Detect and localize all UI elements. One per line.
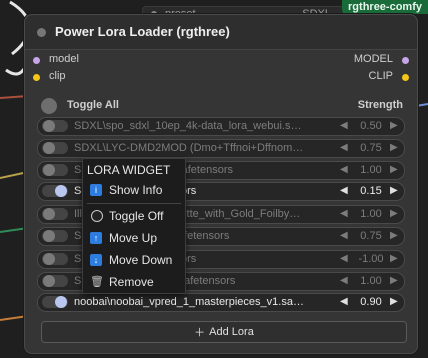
lora-strength[interactable]: 1.00 bbox=[354, 208, 388, 220]
model-output-socket-icon[interactable] bbox=[402, 57, 409, 64]
output-clip[interactable]: CLIP bbox=[369, 70, 411, 82]
lora-strength[interactable]: 0.15 bbox=[354, 185, 388, 197]
toggle-all-row[interactable]: Toggle All Strength bbox=[39, 97, 403, 115]
menu-item-label: Toggle Off bbox=[109, 209, 164, 223]
lora-toggle[interactable] bbox=[42, 230, 68, 242]
lora-row[interactable]: SDXL\LYC-DMD2MOD (Dmo+Tffnoi+Dffnom).saf… bbox=[37, 139, 405, 158]
input-model-label: model bbox=[49, 53, 79, 65]
model-input-socket-icon[interactable] bbox=[33, 57, 40, 64]
increase-strength-icon[interactable]: ▶ bbox=[390, 164, 398, 175]
increase-strength-icon[interactable]: ▶ bbox=[390, 296, 398, 307]
menu-item-toggle-off[interactable]: Toggle Off bbox=[85, 207, 183, 227]
arrow-down-icon: ↓ bbox=[90, 254, 102, 266]
decrease-strength-icon[interactable]: ◀ bbox=[340, 120, 348, 131]
lora-toggle[interactable] bbox=[42, 253, 68, 265]
decrease-strength-icon[interactable]: ◀ bbox=[340, 296, 348, 307]
menu-item-label: Move Up bbox=[109, 231, 158, 245]
menu-item-label: Show Info bbox=[109, 183, 163, 197]
input-model[interactable]: model bbox=[31, 53, 79, 65]
lora-strength[interactable]: 1.00 bbox=[354, 275, 388, 287]
increase-strength-icon[interactable]: ▶ bbox=[390, 120, 398, 131]
menu-item-label: Remove bbox=[109, 275, 154, 289]
node-header[interactable]: Power Lora Loader (rgthree) bbox=[25, 15, 417, 50]
lora-strength[interactable]: -1.00 bbox=[354, 253, 388, 265]
increase-strength-icon[interactable]: ▶ bbox=[390, 185, 398, 196]
info-icon: i bbox=[90, 184, 102, 196]
increase-strength-icon[interactable]: ▶ bbox=[390, 208, 398, 219]
lora-strength[interactable]: 0.50 bbox=[354, 120, 388, 132]
lora-row[interactable]: noobai\noobai_vpred_1_masterpieces_v1.sa… bbox=[37, 293, 405, 312]
menu-item-move-up[interactable]: ↑ Move Up bbox=[85, 229, 183, 249]
node-title: Power Lora Loader (rgthree) bbox=[55, 24, 230, 39]
increase-strength-icon[interactable]: ▶ bbox=[390, 142, 398, 153]
output-model[interactable]: MODEL bbox=[354, 53, 411, 65]
decrease-strength-icon[interactable]: ◀ bbox=[340, 164, 348, 175]
clip-input-socket-icon[interactable] bbox=[33, 74, 40, 81]
decrease-strength-icon[interactable]: ◀ bbox=[340, 142, 348, 153]
decrease-strength-icon[interactable]: ◀ bbox=[340, 208, 348, 219]
menu-item-remove[interactable]: 🗑 Remove bbox=[85, 273, 183, 293]
lora-name[interactable]: noobai\noobai_vpred_1_masterpieces_v1.sa… bbox=[74, 296, 306, 308]
lora-row[interactable]: SDXL\spo_sdxl_10ep_4k-data_lora_webui.sa… bbox=[37, 117, 405, 136]
circle-icon bbox=[91, 210, 103, 222]
increase-strength-icon[interactable]: ▶ bbox=[390, 230, 398, 241]
lora-toggle[interactable] bbox=[42, 142, 68, 154]
lora-toggle[interactable] bbox=[42, 275, 68, 287]
context-menu-title: LORA WIDGET bbox=[87, 163, 171, 177]
node-collapse-dot-icon[interactable] bbox=[37, 28, 46, 37]
lora-strength[interactable]: 1.00 bbox=[354, 164, 388, 176]
strength-header: Strength bbox=[357, 99, 403, 111]
lora-toggle[interactable] bbox=[42, 185, 68, 197]
clip-output-socket-icon[interactable] bbox=[402, 74, 409, 81]
increase-strength-icon[interactable]: ▶ bbox=[390, 253, 398, 264]
lora-name[interactable]: SDXL\LYC-DMD2MOD (Dmo+Tffnoi+Dffnom).saf… bbox=[74, 142, 306, 154]
output-clip-label: CLIP bbox=[368, 70, 393, 82]
add-lora-button[interactable]: ＋ Add Lora bbox=[41, 321, 407, 343]
input-clip[interactable]: clip bbox=[31, 70, 66, 82]
menu-separator bbox=[87, 203, 181, 204]
menu-item-show-info[interactable]: i Show Info bbox=[85, 181, 183, 201]
lora-strength[interactable]: 0.75 bbox=[354, 142, 388, 154]
decrease-strength-icon[interactable]: ◀ bbox=[340, 185, 348, 196]
lora-toggle[interactable] bbox=[42, 164, 68, 176]
lora-toggle[interactable] bbox=[42, 120, 68, 132]
output-model-label: MODEL bbox=[353, 53, 393, 65]
rgthree-badge: rgthree-comfy bbox=[342, 0, 428, 14]
lora-strength[interactable]: 0.90 bbox=[354, 296, 388, 308]
plus-icon: ＋ bbox=[194, 327, 206, 339]
menu-item-label: Move Down bbox=[109, 253, 173, 267]
lora-strength[interactable]: 0.75 bbox=[354, 230, 388, 242]
decrease-strength-icon[interactable]: ◀ bbox=[340, 253, 348, 264]
arrow-up-icon: ↑ bbox=[90, 232, 102, 244]
lora-toggle[interactable] bbox=[42, 296, 68, 308]
lora-name[interactable]: SDXL\spo_sdxl_10ep_4k-data_lora_webui.sa… bbox=[74, 120, 306, 132]
increase-strength-icon[interactable]: ▶ bbox=[390, 275, 398, 286]
trash-icon: 🗑 bbox=[90, 276, 104, 288]
toggle-all-switch[interactable] bbox=[41, 98, 57, 114]
toggle-all-label: Toggle All bbox=[67, 99, 119, 111]
add-lora-label: Add Lora bbox=[209, 326, 254, 338]
input-clip-label: clip bbox=[49, 70, 66, 82]
decrease-strength-icon[interactable]: ◀ bbox=[340, 230, 348, 241]
lora-toggle[interactable] bbox=[42, 208, 68, 220]
lora-widget-context-menu[interactable]: LORA WIDGET i Show Info Toggle Off ↑ Mov… bbox=[82, 158, 186, 294]
decrease-strength-icon[interactable]: ◀ bbox=[340, 275, 348, 286]
menu-item-move-down[interactable]: ↓ Move Down bbox=[85, 251, 183, 271]
